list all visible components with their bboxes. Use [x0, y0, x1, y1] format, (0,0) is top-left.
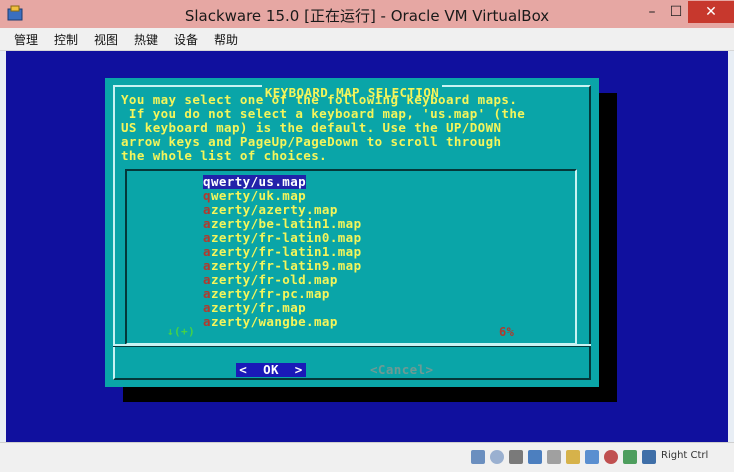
optical-drive-icon[interactable] — [490, 450, 504, 464]
hard-disk-icon[interactable] — [471, 450, 485, 464]
menu-help[interactable]: 帮助 — [214, 31, 238, 48]
keymap-list-box[interactable]: qwerty/us.map qwerty/uk.map azerty/azert… — [125, 169, 577, 345]
scroll-indicator: ↓(+) — [165, 325, 198, 338]
list-item[interactable]: azerty/fr-old.map — [203, 273, 362, 287]
list-item[interactable]: azerty/fr.map — [203, 301, 362, 315]
menu-bar: 管理 控制 视图 热键 设备 帮助 — [0, 28, 734, 51]
display-icon[interactable] — [585, 450, 599, 464]
scroll-percent: 6% — [499, 325, 515, 339]
list-item[interactable]: azerty/wangbe.map — [203, 315, 362, 329]
menu-manage[interactable]: 管理 — [14, 31, 38, 48]
keyboard-map-dialog: KEYBOARD MAP SELECTION You may select on… — [105, 78, 599, 387]
window-title: Slackware 15.0 [正在运行] - Oracle VM Virtua… — [184, 7, 550, 25]
list-item[interactable]: azerty/azerty.map — [203, 203, 362, 217]
menu-control[interactable]: 控制 — [54, 31, 78, 48]
list-item[interactable]: qwerty/uk.map — [203, 189, 362, 203]
cpu-icon[interactable] — [623, 450, 637, 464]
ok-button[interactable]: < OK > — [236, 363, 306, 377]
list-item[interactable]: azerty/fr-latin9.map — [203, 259, 362, 273]
menu-view[interactable]: 视图 — [94, 31, 118, 48]
mouse-integration-icon[interactable] — [642, 450, 656, 464]
usb-icon[interactable] — [547, 450, 561, 464]
audio-icon[interactable] — [509, 450, 523, 464]
host-key-label: Right Ctrl — [661, 450, 709, 461]
maximize-button[interactable]: ☐ — [662, 1, 690, 23]
menu-devices[interactable]: 设备 — [174, 31, 198, 48]
shared-folder-icon[interactable] — [566, 450, 580, 464]
close-button[interactable]: ✕ — [688, 1, 734, 23]
list-item[interactable]: azerty/fr-pc.map — [203, 287, 362, 301]
list-item[interactable]: azerty/fr-latin1.map — [203, 245, 362, 259]
dialog-separator — [113, 344, 591, 347]
recording-icon[interactable] — [604, 450, 618, 464]
menu-hotkey[interactable]: 热键 — [134, 31, 158, 48]
status-bar: Right Ctrl — [0, 442, 734, 472]
list-item[interactable]: qwerty/us.map — [203, 175, 307, 189]
list-item[interactable]: azerty/fr-latin0.map — [203, 231, 362, 245]
network-icon[interactable] — [528, 450, 542, 464]
keymap-list[interactable]: qwerty/us.map qwerty/uk.map azerty/azert… — [203, 174, 362, 329]
cancel-button[interactable]: <Cancel> — [370, 363, 433, 377]
dialog-prompt: You may select one of the following keyb… — [121, 92, 526, 163]
vm-screen[interactable]: KEYBOARD MAP SELECTION You may select on… — [6, 51, 728, 442]
title-bar: Slackware 15.0 [正在运行] - Oracle VM Virtua… — [0, 0, 734, 28]
list-item[interactable]: azerty/be-latin1.map — [203, 217, 362, 231]
